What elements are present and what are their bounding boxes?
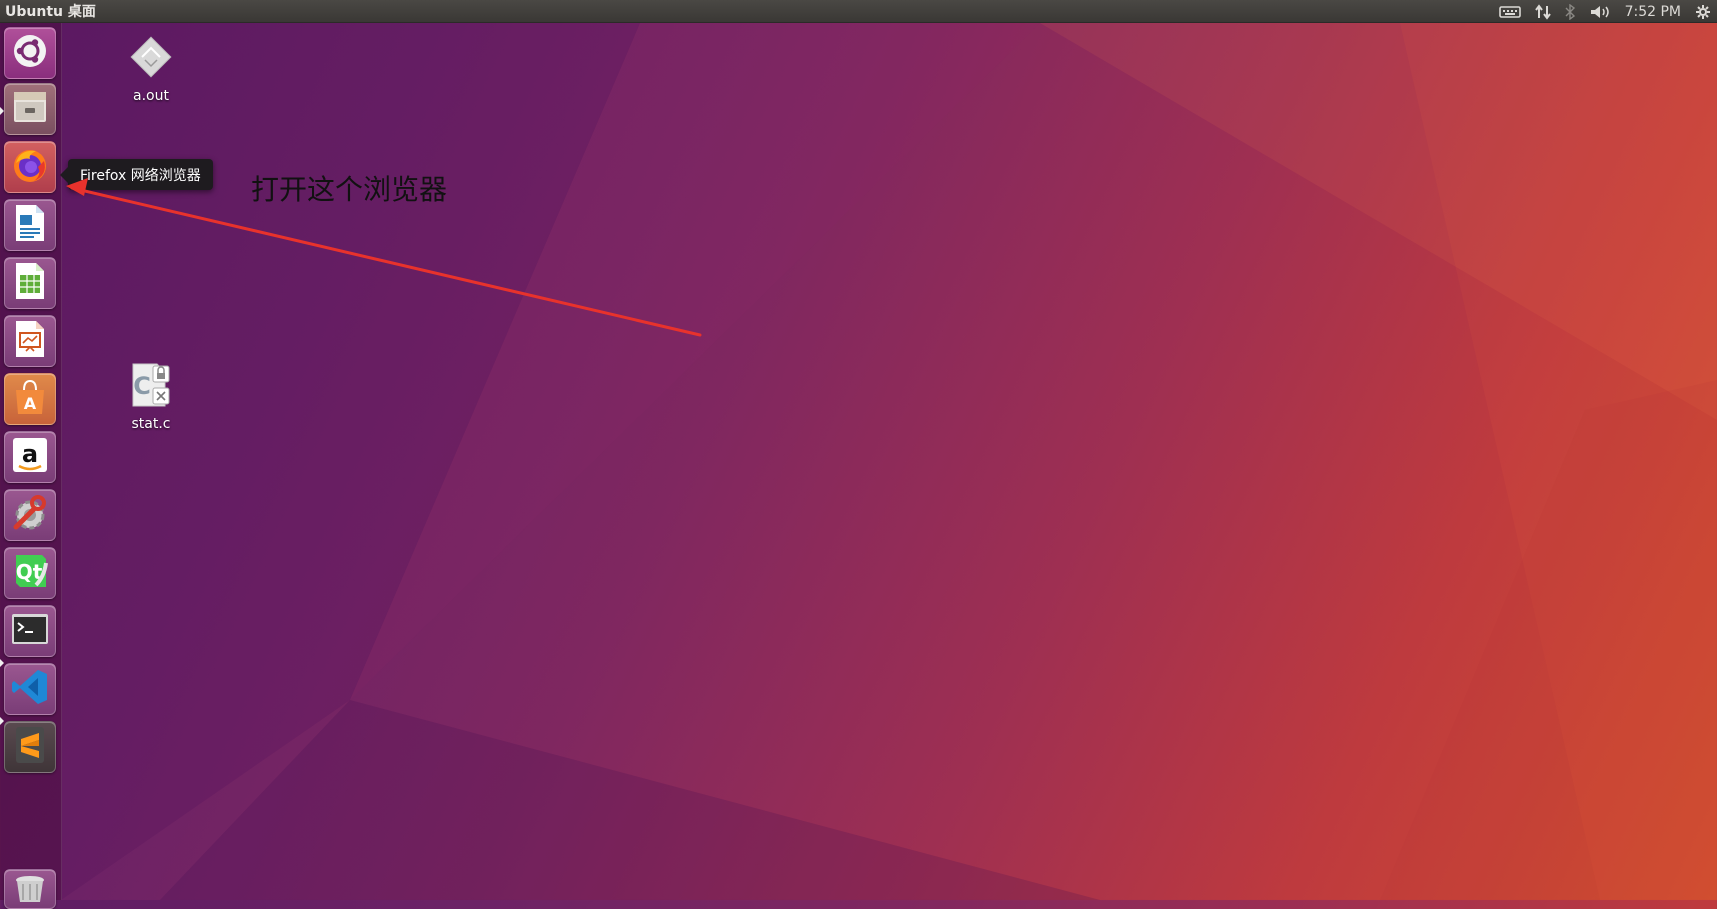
launcher-item-calc[interactable] xyxy=(4,257,56,309)
launcher-item-terminal[interactable] xyxy=(4,605,56,657)
launcher-item-settings[interactable] xyxy=(4,489,56,541)
launcher-item-vscode[interactable] xyxy=(4,663,56,715)
writer-document-icon xyxy=(12,203,48,247)
amazon-icon: a xyxy=(11,436,49,478)
settings-wrench-icon xyxy=(10,493,50,537)
sublime-icon xyxy=(12,725,48,769)
volume-icon[interactable] xyxy=(1589,4,1611,20)
firefox-icon xyxy=(10,145,50,189)
launcher-item-qtcreator[interactable]: Qt xyxy=(4,547,56,599)
launcher-item-amazon[interactable]: a xyxy=(4,431,56,483)
calc-spreadsheet-icon xyxy=(12,261,48,305)
impress-presentation-icon xyxy=(12,319,48,363)
trash-icon xyxy=(13,872,47,906)
bluetooth-icon[interactable] xyxy=(1565,3,1575,20)
wallpaper-facets xyxy=(61,23,1717,900)
desktop-icon-label: stat.c xyxy=(131,416,171,432)
launcher-item-trash[interactable] xyxy=(4,869,56,909)
network-icon[interactable] xyxy=(1534,3,1551,20)
software-center-bag-icon: A xyxy=(12,378,48,420)
running-indicator xyxy=(0,659,4,667)
gear-icon[interactable] xyxy=(1695,4,1711,20)
launcher-item-dash[interactable] xyxy=(4,27,56,79)
terminal-icon xyxy=(10,611,50,651)
running-indicator xyxy=(0,717,4,725)
launcher-item-files[interactable] xyxy=(4,83,56,135)
launcher-item-software[interactable]: A xyxy=(4,373,56,425)
clock-time[interactable]: 7:52 PM xyxy=(1625,4,1681,20)
annotation-arrow xyxy=(66,178,702,337)
svg-text:C: C xyxy=(133,372,151,400)
keyboard-icon[interactable] xyxy=(1498,5,1521,19)
panel-title: Ubuntu 桌面 xyxy=(5,4,96,20)
locked-source-file-icon: C xyxy=(129,362,173,412)
tooltip-text: Firefox 网络浏览器 xyxy=(80,167,201,184)
indicator-area: 7:52 PM xyxy=(1498,0,1711,23)
svg-text:a: a xyxy=(22,440,38,468)
executable-diamond-icon xyxy=(128,34,174,84)
desktop-icon-aout[interactable]: a.out xyxy=(106,34,196,104)
launcher: A a Qt xyxy=(0,23,62,909)
annotation-text: 打开这个浏览器 xyxy=(251,173,448,206)
qt-icon: Qt xyxy=(10,551,50,595)
top-panel: Ubuntu 桌面 7:52 PM xyxy=(0,0,1717,23)
desktop-icon-label: a.out xyxy=(133,88,169,104)
launcher-item-sublime[interactable] xyxy=(4,721,56,773)
vscode-icon xyxy=(10,667,50,711)
launcher-item-writer[interactable] xyxy=(4,199,56,251)
desktop-icon-statc[interactable]: C stat.c xyxy=(106,362,196,432)
file-cabinet-icon xyxy=(11,88,49,130)
launcher-tooltip: Firefox 网络浏览器 xyxy=(60,159,213,190)
ubuntu-logo-icon xyxy=(12,33,48,73)
launcher-item-firefox[interactable] xyxy=(4,141,56,193)
svg-text:A: A xyxy=(24,394,37,413)
launcher-item-impress[interactable] xyxy=(4,315,56,367)
